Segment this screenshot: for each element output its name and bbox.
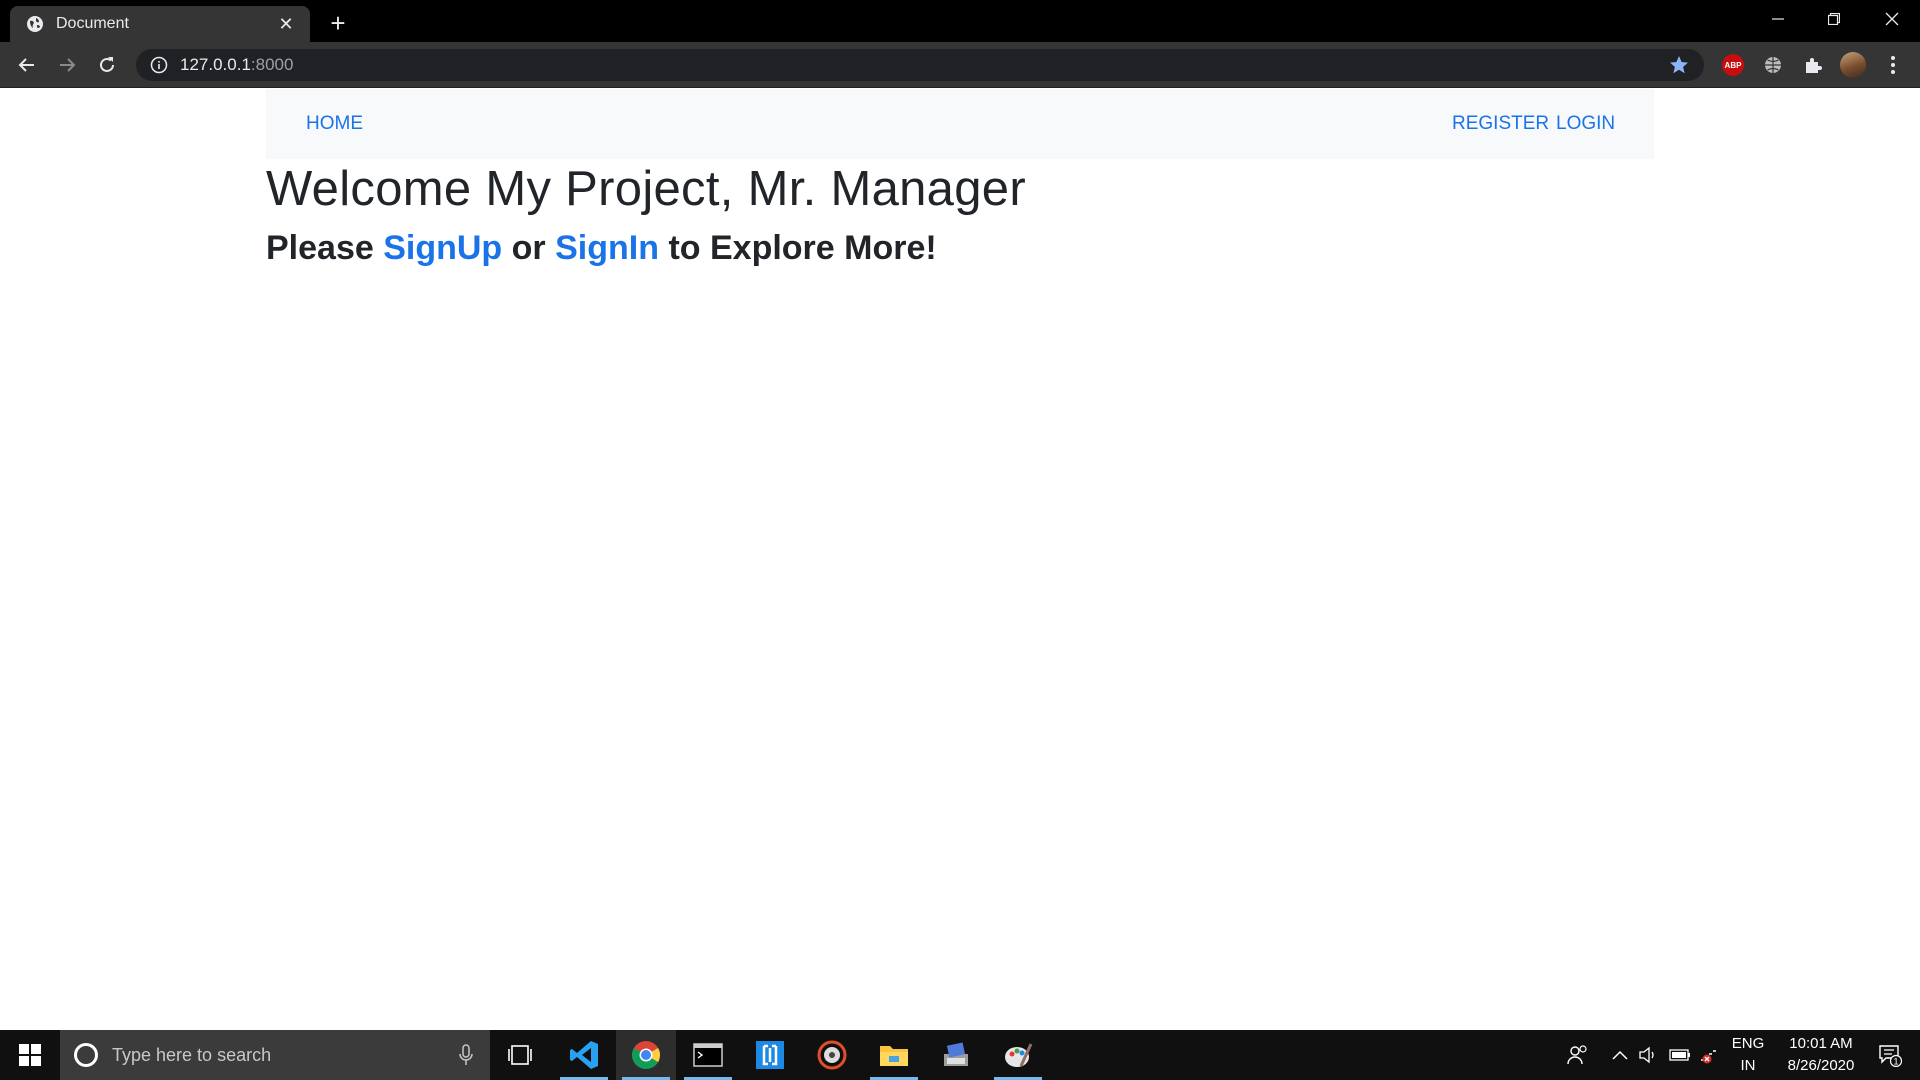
people-icon[interactable] — [1560, 1030, 1596, 1080]
signin-link[interactable]: SignIn — [555, 229, 659, 267]
profile-avatar[interactable] — [1840, 52, 1866, 78]
adblock-extension-icon[interactable]: ABP — [1720, 52, 1746, 78]
paint-icon[interactable] — [988, 1030, 1048, 1080]
taskbar-search-box[interactable]: Type here to search — [60, 1030, 490, 1080]
task-view-icon[interactable] — [490, 1030, 550, 1080]
forward-arrow-icon[interactable] — [52, 50, 82, 80]
show-hidden-icons-chevron-icon[interactable] — [1608, 1030, 1632, 1080]
nav-home-link[interactable]: HOME — [306, 113, 363, 135]
language-region: IN — [1740, 1057, 1756, 1074]
app-bracket-icon[interactable] — [740, 1030, 800, 1080]
more-menu-icon[interactable] — [1880, 52, 1906, 78]
back-arrow-icon[interactable] — [12, 50, 42, 80]
cortana-icon — [74, 1043, 98, 1067]
url-port: :8000 — [250, 55, 294, 74]
signup-link[interactable]: SignUp — [383, 229, 502, 267]
taskbar-search-placeholder: Type here to search — [112, 1044, 272, 1065]
volume-icon[interactable] — [1636, 1030, 1660, 1080]
media-player-icon[interactable] — [802, 1030, 862, 1080]
language-code: ENG — [1731, 1035, 1765, 1052]
restore-button[interactable] — [1806, 0, 1862, 38]
browser-titlebar: Document ✕ + — [0, 0, 1920, 42]
chrome-taskbar-icon[interactable] — [616, 1030, 676, 1080]
new-tab-button[interactable]: + — [324, 9, 352, 37]
terminal-icon[interactable] — [678, 1030, 738, 1080]
avatar-image — [1840, 52, 1866, 78]
close-window-button[interactable] — [1864, 0, 1920, 38]
bookmark-star-icon[interactable] — [1668, 54, 1690, 76]
browser-toolbar: 127.0.0.1:8000 ABP — [0, 42, 1920, 88]
browser-tab[interactable]: Document ✕ — [10, 6, 310, 42]
printer-app-icon[interactable] — [926, 1030, 986, 1080]
url-host: 127.0.0.1 — [180, 55, 251, 74]
clock[interactable]: 10:01 AM 8/26/2020 — [1774, 1030, 1868, 1080]
info-icon[interactable] — [150, 56, 168, 74]
address-bar[interactable]: 127.0.0.1:8000 — [136, 49, 1704, 81]
subtitle-please: Please — [266, 229, 384, 267]
tab-title: Document — [56, 15, 129, 32]
nav-login-link[interactable]: LOGIN — [1556, 113, 1615, 135]
microphone-icon[interactable] — [458, 1044, 474, 1066]
globe-icon — [26, 15, 44, 33]
subtitle-rest: to Explore More! — [659, 229, 937, 267]
tab-close-icon[interactable]: ✕ — [274, 12, 298, 36]
minimize-button[interactable] — [1750, 0, 1806, 38]
network-disconnected-icon[interactable] — [1696, 1030, 1724, 1080]
page-subtitle: Please SignUp or SignIn to Explore More! — [266, 229, 937, 268]
windows-start-icon[interactable] — [0, 1030, 60, 1080]
extensions-puzzle-icon[interactable] — [1800, 52, 1826, 78]
vscode-icon[interactable] — [554, 1030, 614, 1080]
adblock-badge: ABP — [1722, 54, 1744, 76]
clock-date: 8/26/2020 — [1787, 1057, 1855, 1074]
clock-time: 10:01 AM — [1789, 1035, 1853, 1052]
page-title: Welcome My Project, Mr. Manager — [266, 162, 1026, 216]
reload-icon[interactable] — [92, 50, 122, 80]
windows-taskbar: Type here to search ENG IN 10:01 AM 8/26… — [0, 1030, 1920, 1080]
site-navbar: HOME REGISTER LOGIN — [266, 89, 1654, 159]
nav-register-link[interactable]: REGISTER — [1452, 113, 1549, 135]
language-indicator[interactable]: ENG IN — [1726, 1030, 1770, 1080]
url-text: 127.0.0.1:8000 — [180, 55, 293, 75]
file-explorer-icon[interactable] — [864, 1030, 924, 1080]
action-center-icon[interactable]: 1 — [1870, 1030, 1910, 1080]
web-page: HOME REGISTER LOGIN Welcome My Project, … — [0, 89, 1920, 1029]
subtitle-or: or — [502, 229, 556, 267]
battery-icon[interactable] — [1666, 1030, 1694, 1080]
extension-globe-icon[interactable] — [1760, 52, 1786, 78]
notification-count: 1 — [1893, 1057, 1898, 1067]
